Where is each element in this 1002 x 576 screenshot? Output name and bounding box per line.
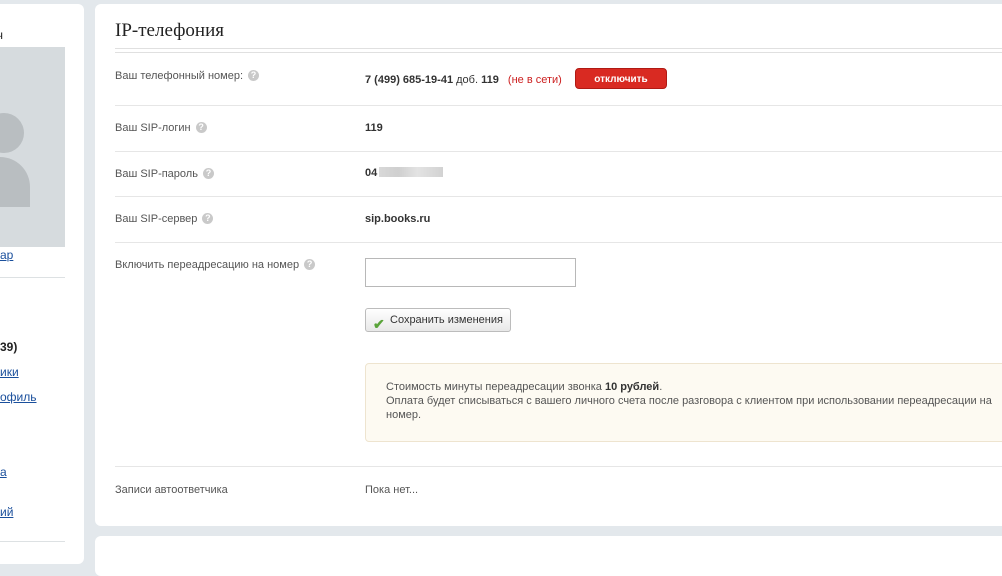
voicemail-label: Записи автоответчика [115, 484, 228, 496]
divider [115, 242, 1002, 243]
sip-server-label: Ваш SIP-сервер? [115, 213, 214, 225]
phone-number-label: Ваш телефонный номер:? [115, 70, 260, 82]
save-button[interactable]: ✔ Сохранить изменения [365, 308, 511, 332]
question-icon[interactable]: ? [202, 213, 214, 224]
phone-number-value: 7 (499) 685-19-41 доб. 119 (не в сети) [365, 74, 562, 86]
divider [115, 151, 1002, 152]
sidebar-count: 39) [0, 340, 18, 354]
redirect-number-input[interactable] [365, 258, 576, 287]
question-icon[interactable]: ? [248, 70, 260, 81]
checkmark-icon: ✔ [373, 316, 385, 332]
next-panel [95, 536, 1002, 576]
extension-label: доб. [456, 74, 479, 86]
password-mask [379, 167, 444, 177]
sip-server-value: sip.books.ru [365, 213, 431, 225]
sip-password-value: 04 [365, 167, 444, 179]
sip-login-label: Ваш SIP-логин? [115, 122, 207, 134]
page-title: IP-телефония [115, 20, 224, 41]
sidebar-link-3[interactable]: а [0, 465, 7, 479]
sip-login-value: 119 [365, 122, 383, 134]
voicemail-value: Пока нет... [365, 484, 419, 496]
profile-sidebar: ич ар 39) ики офиль а ий [0, 4, 84, 564]
question-icon[interactable]: ? [202, 168, 214, 179]
sip-password-label: Ваш SIP-пароль? [115, 168, 214, 180]
disconnect-button[interactable]: ОТКЛЮЧИТЬ [575, 68, 667, 89]
sidebar-link-2[interactable]: офиль [0, 390, 37, 404]
sidebar-link-4[interactable]: ий [0, 505, 13, 519]
save-button-label: Сохранить изменения [390, 314, 503, 326]
divider [115, 196, 1002, 197]
extension-number: 119 [481, 74, 499, 86]
redirect-cost-notice: Стоимость минуты переадресации звонка 10… [365, 363, 1002, 442]
user-placeholder-icon [0, 113, 24, 153]
redirect-label: Включить переадресацию на номер? [115, 259, 316, 271]
ip-telephony-panel: IP-телефония Ваш телефонный номер:? 7 (4… [95, 4, 1002, 526]
status-badge: (не в сети) [507, 74, 562, 86]
title-divider [115, 48, 1002, 53]
divider [0, 541, 65, 542]
divider [115, 466, 1002, 467]
redirect-price: 10 рублей [604, 381, 660, 393]
question-icon[interactable]: ? [195, 122, 207, 133]
phone-number: 7 (499) 685-19-41 [365, 74, 454, 86]
change-photo-link[interactable]: ар [0, 248, 13, 262]
profile-name-fragment: ич [0, 28, 3, 42]
sidebar-link-1[interactable]: ики [0, 365, 19, 379]
avatar [0, 47, 65, 247]
divider [115, 105, 1002, 106]
divider [0, 277, 65, 278]
question-icon[interactable]: ? [304, 259, 316, 270]
